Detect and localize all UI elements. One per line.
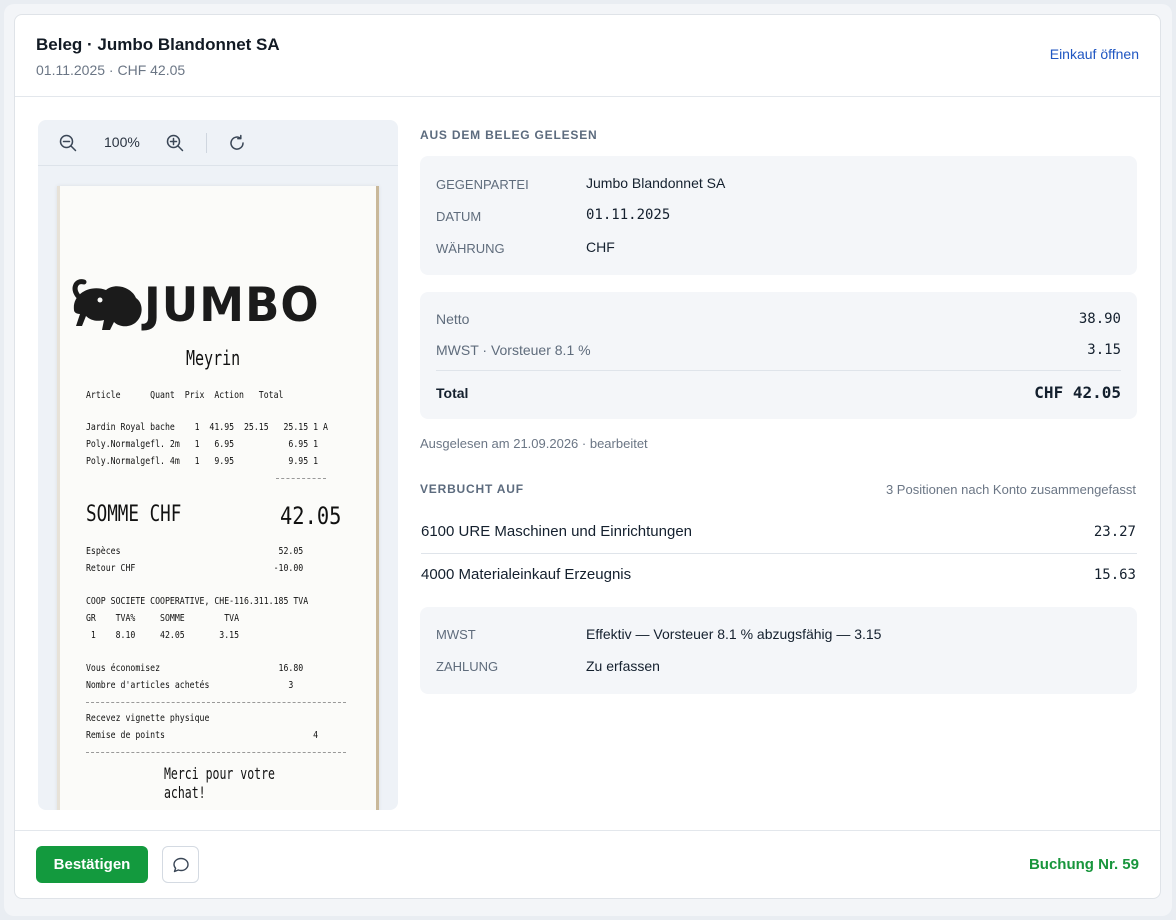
receipt-item: Poly.Normalgefl. 4m 1 9.95 9.95 1 (86, 456, 319, 467)
receipt-logo-text: JUMBO (144, 276, 320, 333)
detail-value-mwst: Effektiv — Vorsteuer 8.1 % abzugsfähig —… (586, 626, 882, 642)
booking-row-account: 6100 URE Maschinen und Einrichtungen (421, 523, 693, 540)
mwst-value: 3.15 (1087, 342, 1121, 358)
booking-number: Buchung Nr. 59 (1028, 856, 1139, 873)
extracted-fields-box: GEGENPARTEI Jumbo Blandonnet SA DATUM 01… (420, 156, 1137, 275)
zoom-level: 100% (104, 134, 140, 150)
field-key-currency: WÄHRUNG (436, 241, 505, 256)
receipt-especes: Espèces 52.05 (86, 546, 304, 557)
detail-key-payment: ZAHLUNG (436, 659, 499, 674)
netto-label: Netto (436, 311, 470, 327)
open-purchase-link[interactable]: Einkauf öffnen (1050, 46, 1139, 62)
field-key-date: DATUM (436, 209, 482, 224)
receipt-economisez: Vous économisez 16.80 (86, 663, 304, 674)
booking-row-account: 4000 Materialeinkauf Erzeugnis (421, 566, 632, 583)
booked-section-label: VERBUCHT AUF (420, 482, 524, 496)
amounts-divider (436, 370, 1121, 371)
field-value-date: 01.11.2025 (586, 207, 671, 223)
receipt-image: JUMBO Meyrin Article Quant Prix Action T… (57, 186, 379, 810)
receipt-city: Meyrin (186, 346, 241, 370)
booking-row-amount: 15.63 (1093, 567, 1136, 583)
read-meta: Ausgelesen am 21.09.2026 · bearbeitet (420, 436, 648, 451)
receipt-somme-value: 42.05 (280, 502, 342, 530)
receipt-retour: Retour CHF -10.00 (86, 563, 304, 574)
field-value-counterparty: Jumbo Blandonnet SA (586, 175, 726, 191)
receipt-item: Jardin Royal bache 1 41.95 25.15 25.15 1… (86, 422, 328, 433)
viewer-toolbar: 100% (38, 120, 398, 166)
receipt-tva-row: 1 8.10 42.05 3.15 (86, 630, 240, 641)
amounts-box: Netto 38.90 MWST · Vorsteuer 8.1 % 3.15 … (420, 292, 1137, 419)
total-value: CHF 42.05 (1034, 383, 1121, 402)
receipt-coop-line: COOP SOCIETE COOPERATIVE, CHE-116.311.18… (86, 596, 309, 607)
read-section-label: AUS DEM BELEG GELESEN (420, 128, 598, 142)
receipt-tva-header: GR TVA% SOMME TVA (86, 613, 240, 624)
zoom-in-icon (166, 134, 184, 152)
receipt-thanks: Merci pour votre achat! (164, 764, 275, 802)
booking-row-amount: 23.27 (1093, 524, 1136, 540)
zoom-in-button[interactable] (164, 132, 186, 154)
receipt-vignette: Recevez vignette physique (86, 713, 210, 724)
receipt-item: Poly.Normalgefl. 2m 1 6.95 6.95 1 (86, 439, 319, 450)
receipt-columns: Article Quant Prix Action Total (86, 390, 284, 401)
receipt-dash (86, 702, 346, 703)
page-subtitle: 01.11.2025 · CHF 42.05 (36, 62, 186, 78)
receipt-dash (86, 752, 346, 753)
zoom-out-button[interactable] (57, 132, 79, 154)
toolbar-divider (206, 133, 207, 153)
booked-summary: 3 Positionen nach Konto zusammengefasst (885, 482, 1136, 497)
field-key-counterparty: GEGENPARTEI (436, 177, 529, 192)
card-header: Beleg · Jumbo Blandonnet SA 01.11.2025 ·… (15, 15, 1160, 97)
detail-key-mwst: MWST (436, 627, 476, 642)
zoom-out-icon (59, 134, 77, 152)
booking-divider (421, 553, 1137, 554)
booking-details-box: MWST Effektiv — Vorsteuer 8.1 % abzugsfä… (420, 607, 1137, 694)
receipt-dash (276, 478, 326, 479)
detail-value-payment: Zu erfassen (586, 658, 660, 674)
card-footer: Bestätigen Buchung Nr. 59 (15, 830, 1160, 898)
page-title: Beleg · Jumbo Blandonnet SA (36, 35, 280, 54)
confirm-button[interactable]: Bestätigen (36, 846, 148, 883)
total-label: Total (436, 385, 469, 401)
receipt-viewer: 100% JUMBO Meyrin Article Quant Prix Act… (38, 120, 398, 810)
receipt-card: Beleg · Jumbo Blandonnet SA 01.11.2025 ·… (14, 14, 1161, 899)
receipt-points: Remise de points 4 (86, 730, 319, 741)
rotate-icon (230, 134, 244, 150)
field-value-currency: CHF (586, 239, 615, 255)
mwst-label: MWST · Vorsteuer 8.1 % (436, 342, 591, 358)
receipt-articles: Nombre d'articles achetés 3 (86, 680, 294, 691)
rotate-button[interactable] (226, 132, 248, 154)
netto-value: 38.90 (1078, 311, 1121, 327)
receipt-somme-label: SOMME CHF (86, 502, 182, 527)
comment-icon (172, 857, 189, 872)
comment-button[interactable] (162, 846, 199, 883)
